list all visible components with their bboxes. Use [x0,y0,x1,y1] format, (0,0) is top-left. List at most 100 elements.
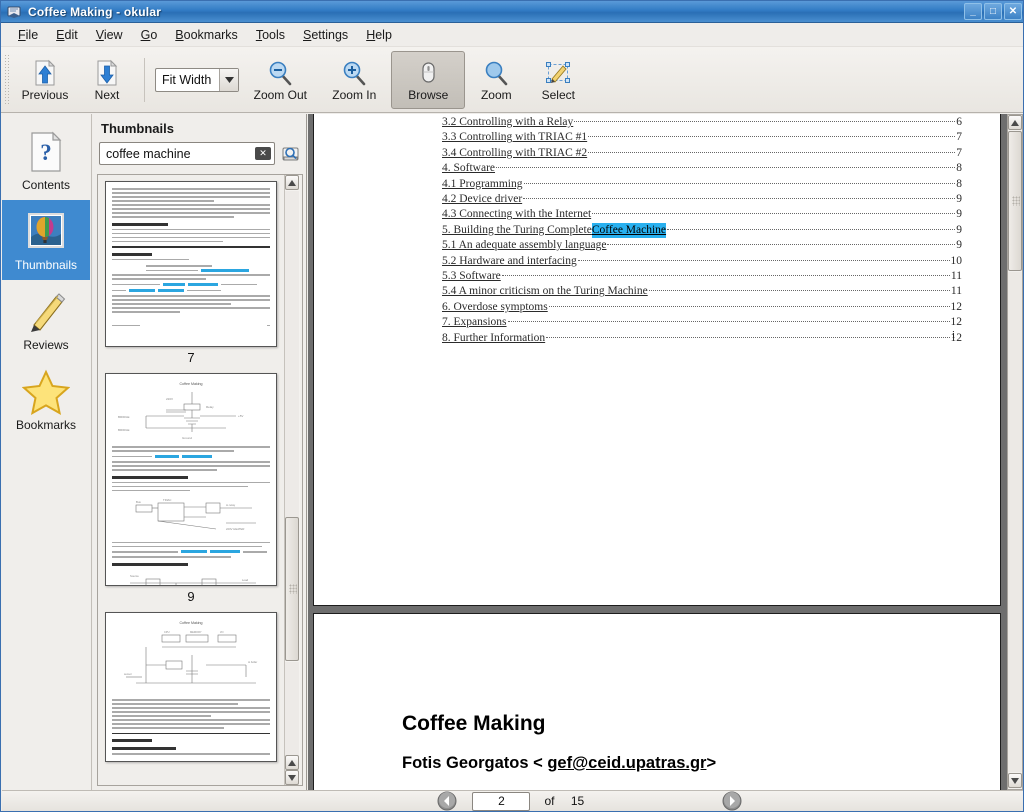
menu-bookmarks[interactable]: Bookmarks [166,25,247,45]
toc-entry-label: 3.4 Controlling with TRIAC #2 [442,146,588,159]
zoom-in-button[interactable]: Zoom In [317,51,391,109]
list-item[interactable]: 7 [98,181,284,365]
browse-tool-button[interactable]: Browse [391,50,466,109]
menu-bar: FFileile Edit View Go Bookmarks Tools Se… [1,23,1023,47]
toc-leader-dots [588,151,956,153]
menu-tools[interactable]: Tools [247,25,294,45]
find-page-icon[interactable] [280,143,302,165]
menu-edit[interactable]: Edit [47,25,87,45]
zoom-level-combobox[interactable]: Fit Width [155,67,240,92]
document-author: Fotis Georgatos < gef@ceid.upatras.gr> [402,754,970,773]
sidebar-item-thumbnails[interactable]: Thumbnails [2,200,90,280]
page-number-input[interactable]: 2 [472,791,531,811]
document-view[interactable]: 3.2 Controlling with a Relay 6 3.3 Contr… [308,114,1008,790]
toc-entry-page: 11 [950,285,962,298]
toc-entry-label: 3.2 Controlling with a Relay [442,116,574,128]
doc-scrollbar-thumb[interactable] [1008,131,1022,271]
scroll-down-button[interactable] [285,770,299,785]
svg-text:Ground: Ground [182,436,192,440]
menu-view[interactable]: View [87,25,132,45]
thumbnails-scrollbar[interactable] [284,175,300,785]
sidebar-item-reviews[interactable]: Reviews [2,280,90,360]
toc-entry-highlighted[interactable]: 5. Building the Turing Complete Coffee M… [442,222,962,239]
minimize-button[interactable]: _ [964,3,982,20]
toc-entry-page: 6 [956,116,962,128]
zoom-tool-button[interactable]: Zoom [465,51,527,109]
close-button[interactable]: ✕ [1004,3,1022,20]
toc-entry[interactable]: 4.3 Connecting with the Internet 9 [442,207,962,222]
document-page-toc: 3.2 Controlling with a Relay 6 3.3 Contr… [313,114,1001,606]
menu-settings[interactable]: Settings [294,25,357,45]
doc-scroll-down-button[interactable] [1008,773,1022,788]
svg-text:220V: 220V [166,397,173,401]
next-page-button[interactable]: Next [76,51,138,109]
toc-entry[interactable]: 7. Expansions 12 [442,315,962,330]
balloon-thumbnail-icon [24,208,68,256]
thumbnail-page-preview[interactable]: Coffee Making [105,373,277,586]
toc-leader-dots [507,321,950,323]
list-item[interactable]: Coffee Making [98,373,284,604]
toc-entry[interactable]: 3.2 Controlling with a Relay 6 [442,115,962,130]
maximize-button[interactable]: □ [984,3,1002,20]
chevron-left-circle-icon[interactable] [436,791,458,811]
toc-entry[interactable]: 4. Software 8 [442,161,962,176]
menu-help[interactable]: Help [357,25,401,45]
toc-entry-label: 6. Overdose symptoms [442,300,548,313]
toc-entry[interactable]: 5.3 Software 11 [442,269,962,284]
toc-leader-dots [592,213,956,215]
toc-entry[interactable]: 3.3 Controlling with TRIAC #1 7 [442,130,962,145]
window-controls: _ □ ✕ [964,3,1022,20]
toc-entry[interactable]: 5.1 An adequate assembly language 9 [442,238,962,253]
zoom-out-label: Zoom Out [253,87,307,102]
doc-scrollbar-track[interactable] [1008,272,1022,772]
toc-leader-dots [607,244,956,246]
arrow-up-page-icon [32,58,58,88]
toc-entry[interactable]: 4.1 Programming 8 [442,177,962,192]
toc-entry[interactable]: 3.4 Controlling with TRIAC #2 7 [442,146,962,161]
toolbar-grip[interactable] [4,53,10,106]
toc-entry[interactable]: 5.4 A minor criticism on the Turing Mach… [442,284,962,299]
scrollbar-track-upper[interactable] [285,191,299,517]
svg-text:220V HEATER: 220V HEATER [226,527,244,531]
select-tool-button[interactable]: Select [527,51,589,109]
toc-entry[interactable]: 4.2 Device driver 9 [442,192,962,207]
toc-entry-label: 5.3 Software [442,270,501,283]
sidebar-item-contents[interactable]: ? Contents [2,120,90,200]
document-scrollbar[interactable] [1007,114,1023,790]
search-highlight: Coffee Machine [591,222,667,239]
thumbnail-page-preview[interactable]: Coffee Making [105,612,277,762]
scroll-down-button-upper[interactable] [285,755,299,770]
search-input[interactable]: coffee machine ✕ [99,142,275,165]
toc-entry-label: 5.2 Hardware and interfacing [442,254,577,267]
svg-text:to relay: to relay [226,503,236,507]
chevron-down-icon[interactable] [219,68,239,91]
menu-go[interactable]: Go [132,25,167,45]
page-of-label: of [544,794,555,808]
list-item[interactable]: Coffee Making [98,612,284,765]
clear-text-icon[interactable]: ✕ [255,147,271,160]
svg-text:TRIAC: TRIAC [163,498,171,502]
toc-entry[interactable]: 5.2 Hardware and interfacing 10 [442,254,962,269]
zoom-out-icon [266,58,294,88]
toc-entry-page: 9 [956,208,962,221]
sidebar-item-bookmarks[interactable]: Bookmarks [2,360,90,440]
thumbnail-page-preview[interactable] [105,181,277,347]
thumbnails-scroll-area[interactable]: 7 Coffee Making 220V Relay BRIDGE BRIDGE… [97,174,303,786]
previous-page-button[interactable]: Previous [14,51,76,109]
page-folio: i [951,329,955,341]
svg-text:to boiler: to boiler [248,660,257,664]
author-email[interactable]: gef@ceid.upatras.gr [547,754,706,772]
scrollbar-thumb[interactable] [285,517,299,661]
scrollbar-track-lower[interactable] [285,662,299,755]
menu-file[interactable]: FFileile [9,25,47,45]
doc-scroll-up-button[interactable] [1008,115,1022,130]
toc-entry[interactable]: 8. Further Information 12 [442,331,962,346]
toc-entry-label: 8. Further Information [442,331,546,344]
magnifier-icon [482,58,510,88]
scroll-up-button[interactable] [285,175,299,190]
toc-leader-dots [648,290,950,292]
main-toolbar: Previous Next Fit Width Zoom Out Zoom In… [1,47,1023,113]
toc-entry[interactable]: 6. Overdose symptoms 12 [442,300,962,315]
zoom-out-button[interactable]: Zoom Out [243,51,317,109]
chevron-right-circle-icon[interactable] [721,791,743,811]
